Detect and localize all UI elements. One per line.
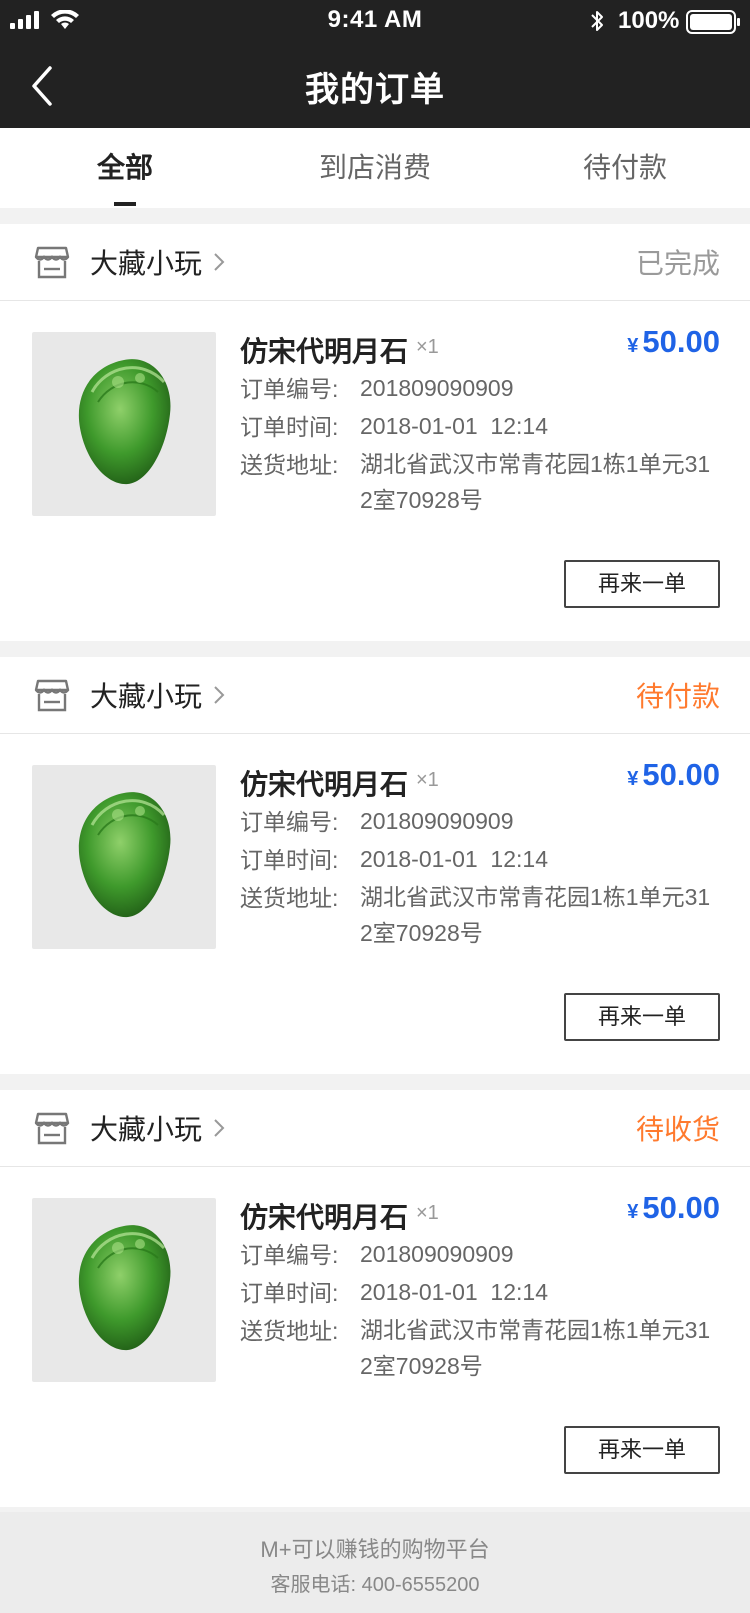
order-status: 已完成 [635,248,720,279]
order-time-label: 订单时间: [240,414,339,440]
order-time-label: 订单时间: [240,847,339,873]
tab-all[interactable]: 全部 [0,128,250,208]
shop-row[interactable]: 大藏小玩 待收货 [0,1090,750,1167]
store-icon [34,246,70,279]
store-icon [34,1112,70,1145]
shop-row[interactable]: 大藏小玩 待付款 [0,657,750,734]
shop-name: 大藏小玩 [90,1114,203,1145]
navigation-bar: 我的订单 [0,44,750,128]
shop-name: 大藏小玩 [90,681,203,712]
order-number-value: 201809090909 [360,808,514,834]
order-number-value: 201809090909 [360,1241,514,1267]
order-status: 待付款 [635,681,720,712]
price: ¥50.00 [627,1190,720,1226]
order-number-label: 订单编号: [240,376,339,402]
tab-in-store[interactable]: 到店消费 [250,128,500,208]
product-image[interactable] [32,765,216,949]
order-card: 大藏小玩 待付款 仿宋代明月石 ×1 ¥50.00 订单编号: 20180909… [0,657,750,1074]
product-image[interactable] [32,332,216,516]
product-quantity: ×1 [416,1202,439,1224]
battery-icon [686,10,740,34]
order-tabs: 全部 到店消费 待付款 [0,128,750,208]
price: ¥50.00 [627,757,720,793]
footer: M+可以赚钱的购物平台 客服电话: 400-6555200 [0,1512,750,1613]
order-time-label: 订单时间: [240,1280,339,1306]
bluetooth-icon [591,11,603,31]
tab-pending-payment[interactable]: 待付款 [500,128,750,208]
order-number-label: 订单编号: [240,809,339,835]
order-time-value: 2018-01-01 12:14 [360,846,548,872]
price-value: 50.00 [642,757,720,792]
chevron-right-icon [214,253,225,271]
price: ¥50.00 [627,324,720,360]
shop-row[interactable]: 大藏小玩 已完成 [0,224,750,301]
product-quantity: ×1 [416,336,439,358]
order-card: 大藏小玩 已完成 仿宋代明月石 ×1 ¥50.00 订单编号: 20180909… [0,224,750,641]
top-bar: 9:41 AM 100% 我的订单 [0,0,750,128]
order-time-value: 2018-01-01 12:14 [360,1279,548,1305]
battery-percent: 100% [618,7,680,34]
shop-name: 大藏小玩 [90,248,203,279]
price-value: 50.00 [642,1190,720,1225]
address-value: 湖北省武汉市常青花园1栋1单元312室70928号 [360,451,711,513]
order-number-label: 订单编号: [240,1242,339,1268]
product-quantity: ×1 [416,769,439,791]
address-value: 湖北省武汉市常青花园1栋1单元312室70928号 [360,884,711,946]
reorder-button[interactable]: 再来一单 [564,560,720,608]
status-bar: 9:41 AM 100% [0,0,750,44]
currency-symbol: ¥ [627,335,639,357]
chevron-right-icon [214,686,225,704]
product-name[interactable]: 仿宋代明月石 [240,763,408,803]
order-time-value: 2018-01-01 12:14 [360,413,548,439]
customer-service-hotline[interactable]: 客服电话: 400-6555200 [0,1568,750,1597]
reorder-button[interactable]: 再来一单 [564,1426,720,1474]
address-value: 湖北省武汉市常青花园1栋1单元312室70928号 [360,1317,711,1379]
address-label: 送货地址: [240,885,339,911]
reorder-button[interactable]: 再来一单 [564,993,720,1041]
product-name[interactable]: 仿宋代明月石 [240,1196,408,1236]
order-number-value: 201809090909 [360,375,514,401]
currency-symbol: ¥ [627,768,639,790]
store-icon [34,679,70,712]
footer-slogan: M+可以赚钱的购物平台 [260,1537,490,1562]
order-status: 待收货 [635,1114,720,1145]
chevron-right-icon [214,1119,225,1137]
currency-symbol: ¥ [627,1201,639,1223]
address-label: 送货地址: [240,452,339,478]
jade-pendant-image [78,359,171,485]
order-card: 大藏小玩 待收货 仿宋代明月石 ×1 ¥50.00 订单编号: 20180909… [0,1090,750,1507]
page-title: 我的订单 [305,71,445,109]
price-value: 50.00 [642,324,720,359]
product-image[interactable] [32,1198,216,1382]
product-name[interactable]: 仿宋代明月石 [240,330,408,370]
jade-pendant-image [78,792,171,918]
active-tab-indicator [114,202,136,206]
jade-pendant-image [78,1225,171,1351]
address-label: 送货地址: [240,1318,339,1344]
